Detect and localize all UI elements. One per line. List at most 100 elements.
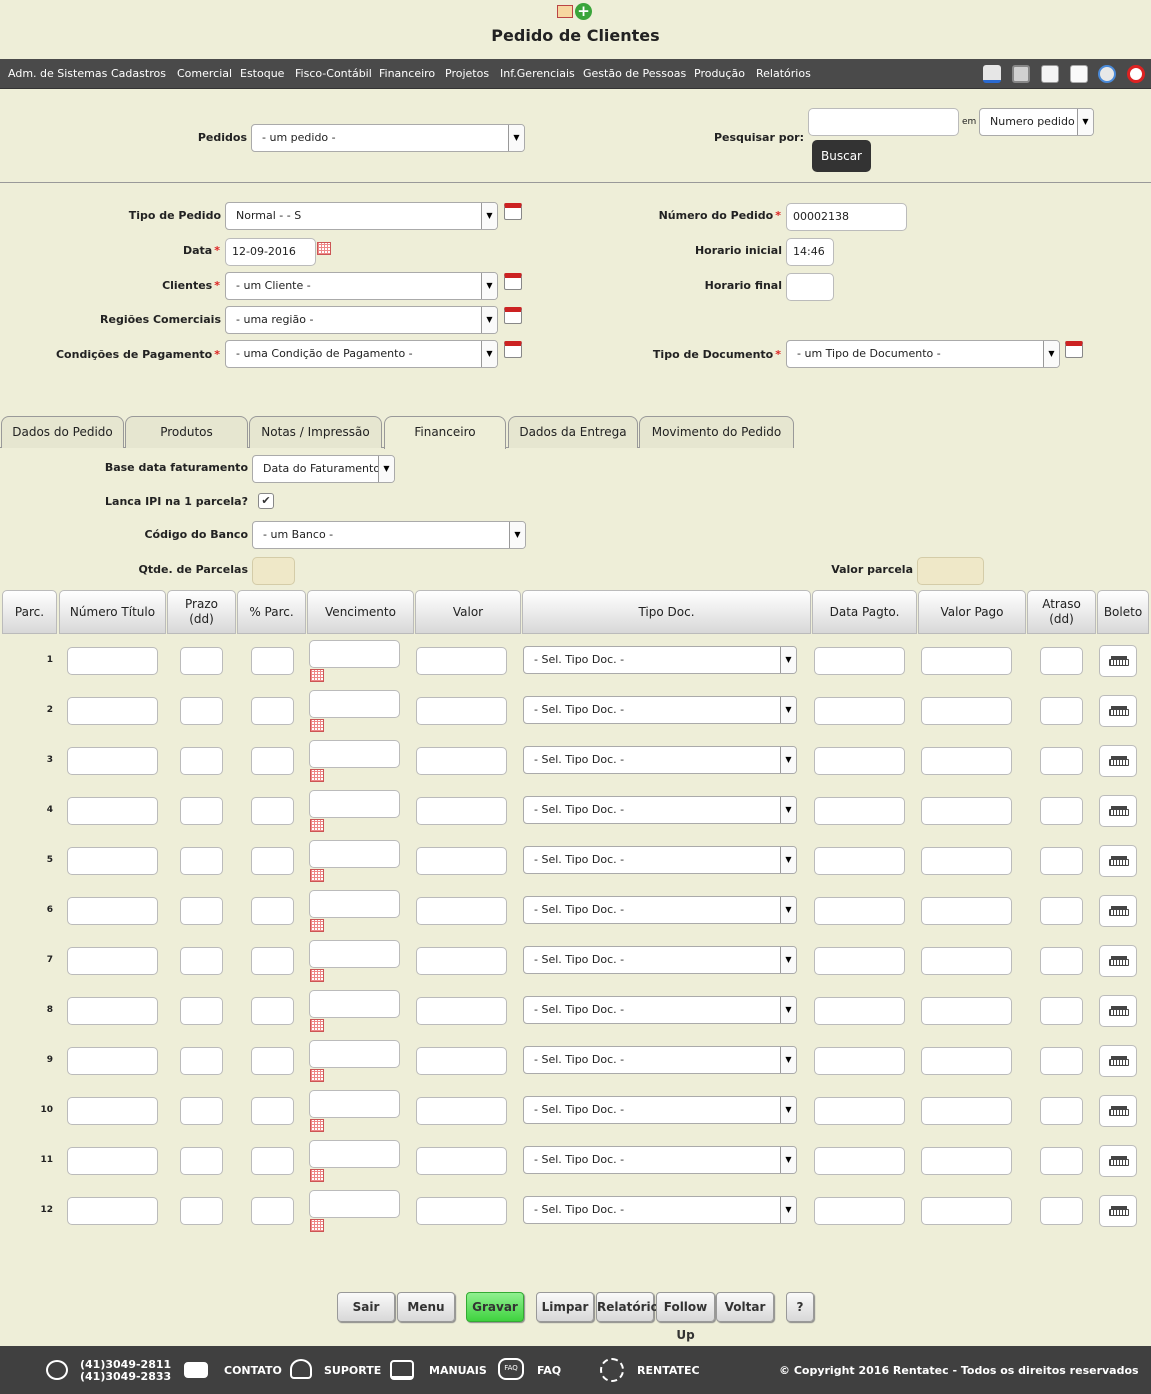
boleto-button[interactable] [1099, 845, 1137, 877]
atraso-input[interactable] [1040, 1197, 1083, 1225]
prazo-input[interactable] [180, 1197, 223, 1225]
prazo-input[interactable] [180, 697, 223, 725]
pct-parc-input[interactable] [251, 647, 294, 675]
pct-parc-input[interactable] [251, 697, 294, 725]
pct-parc-input[interactable] [251, 1147, 294, 1175]
date-picker-icon[interactable] [310, 919, 324, 932]
help-button[interactable]: ? [786, 1292, 814, 1322]
pedidos-select[interactable]: - um pedido - ▼ [251, 124, 525, 152]
horario-final-input[interactable] [786, 273, 834, 301]
tipo-doc-select[interactable]: - Sel. Tipo Doc. - ▼ [523, 846, 797, 874]
vencimento-input[interactable] [309, 790, 400, 818]
vencimento-input[interactable] [309, 640, 400, 668]
valor-input[interactable] [416, 1147, 507, 1175]
data-pagto-input[interactable] [814, 1197, 905, 1225]
atraso-input[interactable] [1040, 847, 1083, 875]
data-pagto-input[interactable] [814, 897, 905, 925]
valor-pago-input[interactable] [921, 897, 1012, 925]
footer-rentatec-link[interactable]: RENTATEC [637, 1364, 700, 1377]
date-picker-icon[interactable] [310, 769, 324, 782]
tipo-doc-select[interactable]: - Sel. Tipo Doc. - ▼ [523, 796, 797, 824]
date-picker-icon[interactable] [310, 719, 324, 732]
prazo-input[interactable] [180, 797, 223, 825]
menu-adm-sistemas[interactable]: Adm. de Sistemas [8, 67, 107, 80]
menu-comercial[interactable]: Comercial [177, 67, 232, 80]
atraso-input[interactable] [1040, 647, 1083, 675]
boleto-button[interactable] [1099, 695, 1137, 727]
vencimento-input[interactable] [309, 840, 400, 868]
tab-financeiro[interactable]: Financeiro [384, 416, 506, 449]
calendar-icon[interactable] [504, 273, 522, 290]
valor-pago-input[interactable] [921, 1047, 1012, 1075]
numero-titulo-input[interactable] [67, 747, 158, 775]
boleto-button[interactable] [1099, 1095, 1137, 1127]
condicoes-select[interactable]: - uma Condição de Pagamento - ▼ [225, 340, 498, 368]
date-picker-icon[interactable] [310, 869, 324, 882]
valor-input[interactable] [416, 897, 507, 925]
numero-titulo-input[interactable] [67, 847, 158, 875]
numero-titulo-input[interactable] [67, 797, 158, 825]
tipo-doc-select[interactable]: - Sel. Tipo Doc. - ▼ [523, 746, 797, 774]
atraso-input[interactable] [1040, 797, 1083, 825]
tipo-doc-select[interactable]: - Sel. Tipo Doc. - ▼ [523, 896, 797, 924]
footer-suporte-link[interactable]: SUPORTE [324, 1364, 381, 1377]
footer-faq-link[interactable]: FAQ [537, 1364, 561, 1377]
boleto-button[interactable] [1099, 645, 1137, 677]
follow-up-button[interactable]: Follow Up [656, 1292, 715, 1342]
footer-manuais-link[interactable]: MANUAIS [429, 1364, 487, 1377]
tab-movimento-pedido[interactable]: Movimento do Pedido [639, 416, 794, 448]
pct-parc-input[interactable] [251, 1097, 294, 1125]
valor-input[interactable] [416, 747, 507, 775]
boleto-button[interactable] [1099, 1195, 1137, 1227]
date-picker-icon[interactable] [310, 1169, 324, 1182]
vencimento-input[interactable] [309, 690, 400, 718]
gravar-button[interactable]: Gravar [466, 1292, 524, 1322]
codigo-banco-select[interactable]: - um Banco - ▼ [252, 521, 526, 549]
prazo-input[interactable] [180, 1097, 223, 1125]
prazo-input[interactable] [180, 1047, 223, 1075]
tab-produtos[interactable]: Produtos [125, 416, 248, 448]
vencimento-input[interactable] [309, 1190, 400, 1218]
pct-parc-input[interactable] [251, 847, 294, 875]
atraso-input[interactable] [1040, 697, 1083, 725]
valor-parcela-input[interactable] [917, 557, 984, 585]
pct-parc-input[interactable] [251, 797, 294, 825]
relatorio-button[interactable]: Relatório [596, 1292, 659, 1322]
tipo-doc-select[interactable]: - Sel. Tipo Doc. - ▼ [523, 1046, 797, 1074]
boleto-button[interactable] [1099, 1145, 1137, 1177]
add-icon[interactable]: + [575, 3, 592, 20]
date-picker-icon[interactable] [310, 1019, 324, 1032]
data-pagto-input[interactable] [814, 697, 905, 725]
calendar-icon[interactable] [504, 307, 522, 324]
atraso-input[interactable] [1040, 1097, 1083, 1125]
tipo-doc-select[interactable]: - Sel. Tipo Doc. - ▼ [523, 646, 797, 674]
horario-inicial-input[interactable]: 14:46 [786, 238, 834, 266]
voltar-button[interactable]: Voltar [716, 1292, 774, 1322]
prazo-input[interactable] [180, 647, 223, 675]
prazo-input[interactable] [180, 1147, 223, 1175]
calendar-icon[interactable] [504, 341, 522, 358]
prazo-input[interactable] [180, 997, 223, 1025]
vencimento-input[interactable] [309, 1040, 400, 1068]
menu-gestao-pessoas[interactable]: Gestão de Pessoas [583, 67, 686, 80]
date-picker-icon[interactable] [317, 242, 331, 255]
menu-financeiro[interactable]: Financeiro [379, 67, 435, 80]
pct-parc-input[interactable] [251, 897, 294, 925]
buscar-button[interactable]: Buscar [812, 140, 871, 172]
tab-dados-pedido[interactable]: Dados do Pedido [1, 416, 124, 448]
valor-pago-input[interactable] [921, 797, 1012, 825]
date-picker-icon[interactable] [310, 969, 324, 982]
valor-pago-input[interactable] [921, 997, 1012, 1025]
data-pagto-input[interactable] [814, 847, 905, 875]
valor-pago-input[interactable] [921, 1147, 1012, 1175]
tipo-doc-select[interactable]: - Sel. Tipo Doc. - ▼ [523, 946, 797, 974]
tipo-documento-select[interactable]: - um Tipo de Documento - ▼ [786, 340, 1060, 368]
notes-icon[interactable] [1070, 65, 1088, 83]
data-pagto-input[interactable] [814, 947, 905, 975]
numero-titulo-input[interactable] [67, 647, 158, 675]
pct-parc-input[interactable] [251, 747, 294, 775]
numero-titulo-input[interactable] [67, 1197, 158, 1225]
menu-estoque[interactable]: Estoque [240, 67, 284, 80]
valor-input[interactable] [416, 1197, 507, 1225]
ipi-checkbox[interactable]: ✔ [258, 493, 274, 509]
